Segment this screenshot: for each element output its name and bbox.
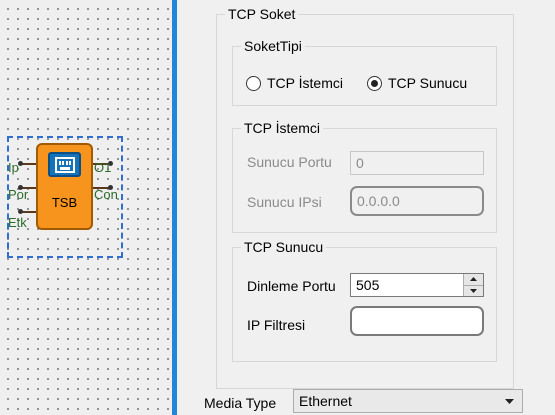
media-type-select[interactable]: Ethernet: [293, 389, 523, 413]
tsb-block[interactable]: TSB: [36, 143, 93, 230]
diagram-canvas[interactable]: Ip Por Etk O1 Con TSB: [0, 0, 172, 415]
radio-tcp-client[interactable]: TCP İstemci: [246, 75, 343, 91]
media-type-value: Ethernet: [299, 393, 352, 409]
spin-up-icon: [470, 277, 477, 282]
socket-type-title: SoketTipi: [241, 38, 305, 54]
spin-down-button[interactable]: [464, 285, 483, 296]
ip-filter-label: IP Filtresi: [247, 317, 306, 333]
server-ip-input[interactable]: 0.0.0.0: [350, 186, 484, 216]
port-label-o1: O1: [94, 160, 112, 175]
server-port-label: Sunucu Portu: [247, 154, 332, 170]
port-label-por: Por: [8, 187, 29, 202]
server-ip-label: Sunucu IPsi: [247, 194, 322, 210]
port-connector-etk[interactable]: [18, 209, 23, 214]
tcp-socket-title: TCP Soket: [225, 6, 299, 22]
media-type-label: Media Type: [204, 395, 277, 411]
tcp-socket-group: TCP Soket SoketTipi TCP İstemci TCP Sunu…: [216, 6, 514, 389]
socket-type-group: SoketTipi TCP İstemci TCP Sunucu: [232, 38, 497, 106]
port-label-ip: Ip: [8, 160, 19, 175]
block-name: TSB: [51, 195, 78, 210]
port-label-con: Con: [94, 187, 118, 202]
radio-tcp-client-circle[interactable]: [246, 75, 261, 91]
radio-tcp-server-label: TCP Sunucu: [388, 75, 468, 91]
listen-port-value[interactable]: 505: [351, 277, 379, 293]
network-port-icon: [48, 152, 81, 177]
chevron-down-icon: [505, 399, 514, 404]
tcp-server-title: TCP Sunucu: [241, 239, 327, 255]
radio-tcp-server[interactable]: TCP Sunucu: [367, 75, 467, 91]
ip-filter-input[interactable]: [350, 306, 484, 336]
tcp-server-group: TCP Sunucu Dinleme Portu 505 IP Filtresi: [232, 239, 497, 362]
tcp-client-title: TCP İstemci: [241, 120, 323, 136]
tcp-client-group: TCP İstemci Sunucu Portu 0 Sunucu IPsi 0…: [232, 120, 497, 233]
server-port-input[interactable]: 0: [350, 151, 484, 175]
spin-up-button[interactable]: [464, 274, 483, 286]
radio-tcp-server-circle[interactable]: [367, 75, 382, 91]
listen-port-spinbox[interactable]: 505: [350, 273, 484, 297]
port-label-etk: Etk: [8, 215, 27, 230]
radio-tcp-client-label: TCP İstemci: [267, 75, 343, 91]
listen-port-label: Dinleme Portu: [247, 278, 336, 294]
spin-down-icon: [470, 288, 477, 293]
properties-panel: TCP Soket SoketTipi TCP İstemci TCP Sunu…: [177, 0, 555, 415]
